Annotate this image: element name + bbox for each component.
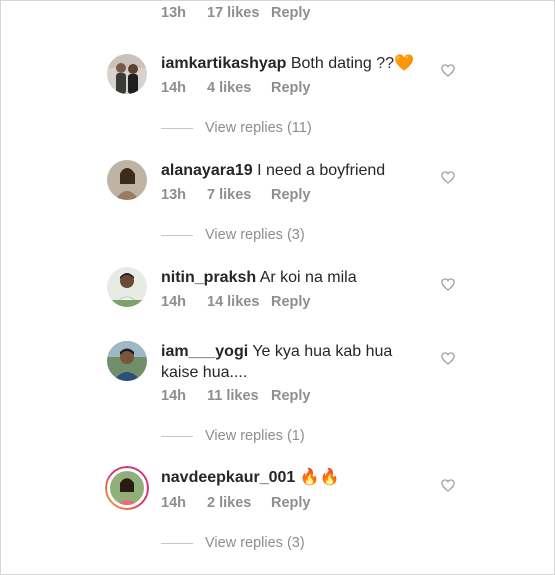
like-heart-icon[interactable] [441,352,455,365]
avatar-woman-icon [107,160,147,200]
view-replies-label[interactable]: View replies (3) [205,227,305,243]
divider-line [161,435,193,437]
comment-text: I need a boyfriend [257,162,386,179]
reply-button[interactable]: Reply [271,388,311,404]
avatar-man-outdoor-icon [107,341,147,381]
fire-emoji: 🔥🔥 [299,469,340,486]
avatar[interactable] [107,54,147,94]
view-replies-link[interactable]: View replies (1) [161,428,305,444]
like-heart-icon[interactable] [441,171,455,184]
orange-heart-emoji: 🧡 [394,55,414,72]
view-replies-link[interactable]: View replies (3) [161,227,305,243]
comment-meta: 14h 11 likes Reply [161,388,311,404]
view-replies-label[interactable]: View replies (11) [205,120,312,136]
likes-count[interactable]: 17 likes [207,5,271,21]
avatar-woman-story-ring-icon [105,466,149,510]
comment-meta: 14h 4 likes Reply [161,80,311,96]
comment-meta: 14h 2 likes Reply [161,495,311,511]
comment-time: 13h [161,187,186,203]
comment-meta: 14h 14 likes Reply [161,294,311,310]
view-replies-link[interactable]: View replies (11) [161,120,312,136]
likes-count[interactable]: 11 likes [207,388,271,404]
view-replies-label[interactable]: View replies (1) [205,428,305,444]
like-heart-icon[interactable] [441,64,455,77]
comment-text-block: navdeepkaur_001 🔥🔥 [161,467,421,488]
comment-username[interactable]: iam___yogi [161,343,248,360]
comment-text-block: alanayara19 I need a boyfriend [161,160,421,181]
avatar-two-people-icon [107,54,147,94]
comment-time: 14h [161,294,186,310]
likes-count[interactable]: 7 likes [207,187,271,203]
comment-meta: 13h 17 likes Reply [161,5,311,21]
comment-time: 13h [161,5,186,21]
likes-count[interactable]: 2 likes [207,495,271,511]
reply-button[interactable]: Reply [271,187,311,203]
comment-username[interactable]: navdeepkaur_001 [161,469,295,486]
reply-button[interactable]: Reply [271,495,311,511]
avatar-man-icon [107,267,147,307]
divider-line [161,127,193,129]
comment-text-block: iamkartikashyap Both dating ??🧡 [161,53,421,74]
reply-button[interactable]: Reply [271,5,311,21]
comment-username[interactable]: iamkartikashyap [161,55,286,72]
comments-panel: 13h 17 likes Reply iamkartikashyap Both da… [0,0,555,575]
comment-text: Ar koi na mila [259,269,357,286]
like-heart-icon[interactable] [441,278,455,291]
view-replies-label[interactable]: View replies (3) [205,535,305,551]
comment-username[interactable]: alanayara19 [161,162,253,179]
comment-username[interactable]: nitin_praksh [161,269,256,286]
avatar[interactable] [107,160,147,200]
comment-text: Both dating ?? [290,55,395,72]
comment-meta: 13h 7 likes Reply [161,187,311,203]
avatar-with-story-ring[interactable] [105,466,149,510]
reply-button[interactable]: Reply [271,294,311,310]
divider-line [161,542,193,544]
comment-time: 14h [161,80,186,96]
comment-time: 14h [161,495,186,511]
like-heart-icon[interactable] [441,479,455,492]
divider-line [161,234,193,236]
likes-count[interactable]: 4 likes [207,80,271,96]
comment-time: 14h [161,388,186,404]
likes-count[interactable]: 14 likes [207,294,271,310]
view-replies-link[interactable]: View replies (3) [161,535,305,551]
comment-text-block: iam___yogi Ye kya hua kab hua kaise hua.… [161,341,421,383]
avatar[interactable] [107,267,147,307]
comment-text-block: nitin_praksh Ar koi na mila [161,267,421,288]
reply-button[interactable]: Reply [271,80,311,96]
avatar[interactable] [107,341,147,381]
